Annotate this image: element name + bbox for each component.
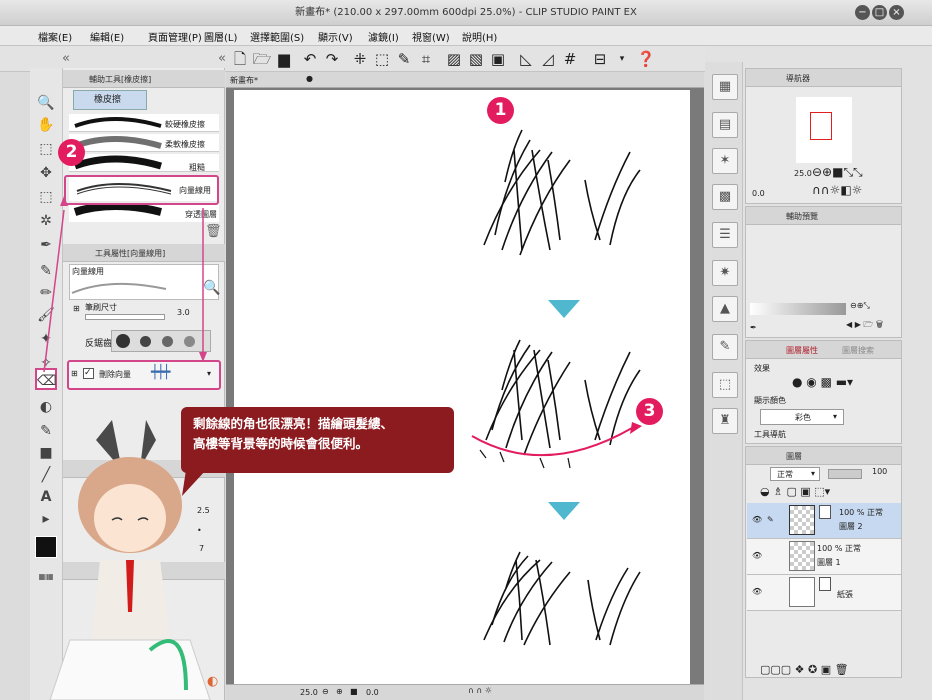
eraser-arrow-head xyxy=(630,422,642,434)
down-arrow-1 xyxy=(548,300,580,318)
highlight-delete-vector xyxy=(67,360,221,390)
eraser-path-curve xyxy=(471,427,633,457)
tip-callout: 剩餘線的角也很漂亮！描繪頭髮縷、 高樓等背景等的時候會很便利。 xyxy=(181,407,454,473)
step-badge-3: 3 xyxy=(636,398,663,425)
stroke-group-after xyxy=(483,551,641,646)
callout-tail xyxy=(182,470,206,496)
connector-line xyxy=(43,209,65,373)
down-arrow-2 xyxy=(548,502,580,520)
highlight-vector-eraser xyxy=(64,175,219,205)
callout-line: 剩餘線的角也很漂亮！描繪頭髮縷、 xyxy=(193,416,394,431)
tutorial-overlay xyxy=(43,129,642,700)
step-badge-2: 2 xyxy=(58,139,85,166)
callout-line: 高樓等背景等的時候會很便利。 xyxy=(193,436,369,451)
step-badge-1: 1 xyxy=(487,97,514,124)
stroke-group-before xyxy=(483,129,641,256)
stroke-group-vector xyxy=(485,339,641,456)
